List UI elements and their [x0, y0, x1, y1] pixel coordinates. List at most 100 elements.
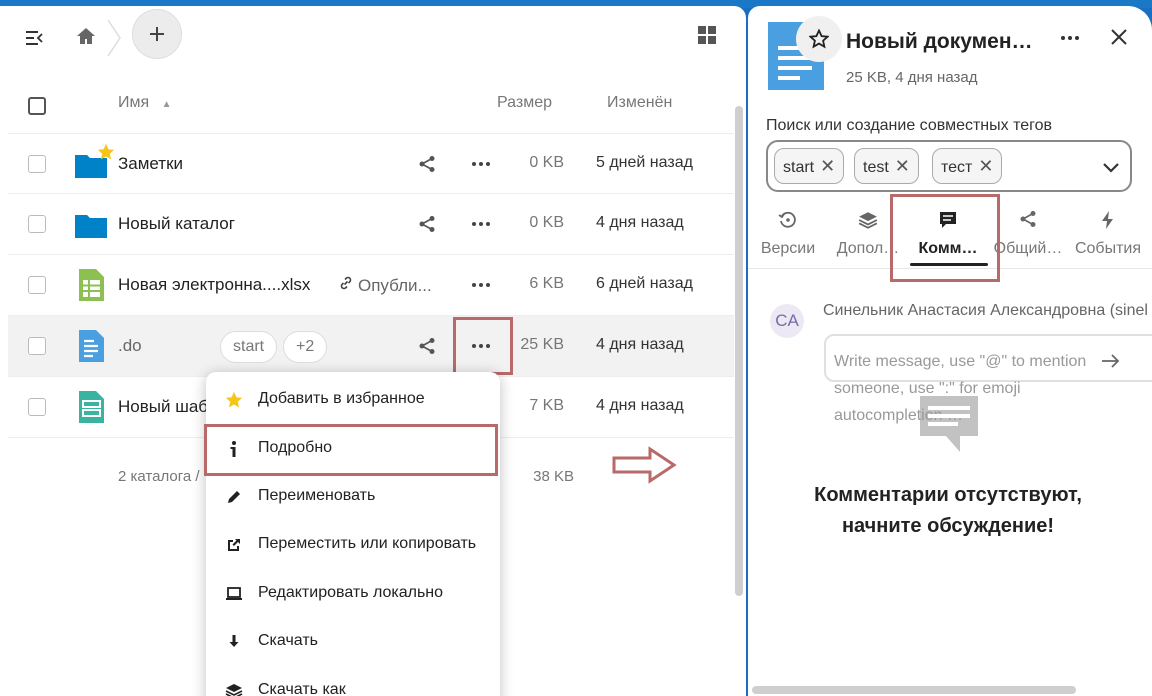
menu-item-label: Переместить или копировать — [258, 535, 477, 552]
tab-versions[interactable]: Версии — [748, 204, 828, 270]
file-name[interactable]: .do — [118, 336, 142, 356]
menu-item-rename[interactable]: Переименовать — [206, 475, 500, 519]
remove-tag-icon[interactable]: ✕ — [895, 156, 910, 176]
file-tag-more[interactable]: +2 — [283, 331, 328, 363]
file-size: 6 KB — [529, 275, 564, 292]
row-checkbox[interactable] — [28, 215, 46, 233]
avatar: CA — [770, 304, 804, 338]
tag-chip-label: тест — [941, 159, 973, 176]
file-modified: 4 дня назад — [596, 336, 684, 353]
tag-chip[interactable]: тест ✕ — [932, 148, 1003, 184]
more-actions-icon[interactable] — [1058, 28, 1082, 48]
tab-sharing[interactable]: Общий… — [988, 204, 1068, 270]
table-row[interactable]: Новый каталог 0 KB 4 дня назад — [8, 194, 734, 255]
close-icon[interactable] — [1108, 26, 1130, 48]
tab-label: Общий… — [993, 240, 1063, 257]
empty-comments-icon — [918, 394, 980, 456]
spreadsheet-icon — [74, 268, 108, 302]
sidebar-subtitle: 25 KB, 4 дня назад — [846, 69, 978, 86]
template-icon — [74, 390, 108, 424]
layers-icon — [858, 210, 878, 230]
grid-view-icon[interactable] — [697, 25, 717, 45]
file-tag[interactable]: start — [220, 331, 278, 363]
table-row[interactable]: Новая электронна....xlsx Опубли... 6 KB … — [8, 255, 734, 316]
folder-icon — [74, 207, 108, 241]
file-modified: 5 дней назад — [596, 154, 693, 171]
table-row[interactable]: Заметки 0 KB 5 дней назад — [8, 133, 734, 194]
files-panel: Имя ▲ Размер Изменён Заметки 0 KB 5 дней… — [0, 6, 746, 696]
pencil-icon — [224, 487, 244, 507]
tag-chip[interactable]: start ✕ — [774, 148, 845, 184]
row-checkbox[interactable] — [28, 155, 46, 173]
name-header-label: Имя — [118, 94, 150, 111]
size-column-header[interactable]: Размер — [497, 94, 552, 124]
table-row[interactable]: .do start +2 25 KB 4 дня назад — [8, 316, 734, 377]
sidebar-toggle-icon[interactable] — [24, 28, 44, 48]
tab-activity[interactable]: События — [1068, 204, 1148, 270]
row-checkbox[interactable] — [28, 276, 46, 294]
menu-item-label: Переименовать — [258, 487, 376, 504]
history-icon — [778, 210, 798, 230]
tags-select[interactable]: start ✕ test ✕ тест ✕ — [766, 140, 1132, 192]
tag-chip-label: start — [783, 159, 815, 176]
menu-item-label: Скачать как — [258, 681, 346, 696]
annotation-box-more — [453, 317, 513, 375]
menu-item-label: Добавить в избранное — [258, 390, 425, 407]
sidebar-scrollbar[interactable] — [752, 686, 1076, 694]
modified-column-header[interactable]: Изменён — [607, 94, 672, 124]
file-name[interactable]: Новая электронна....xlsx — [118, 275, 310, 295]
home-icon[interactable] — [76, 26, 96, 46]
file-size: 0 KB — [529, 154, 564, 171]
row-checkbox[interactable] — [28, 398, 46, 416]
file-name[interactable]: Новый каталог — [118, 214, 235, 234]
favorite-star-icon — [97, 143, 115, 160]
file-name[interactable]: Заметки — [118, 154, 183, 174]
file-modified: 6 дней назад — [596, 275, 693, 292]
file-name[interactable]: Новый шабл — [118, 397, 217, 417]
share-icon[interactable] — [418, 215, 436, 233]
select-all-checkbox[interactable] — [28, 97, 46, 115]
menu-item-label: Редактировать локально — [258, 584, 444, 601]
comment-author: Синельник Анастасия Александровна (sinel — [823, 302, 1148, 319]
add-button[interactable] — [132, 9, 182, 59]
menu-item-move-copy[interactable]: Переместить или копировать — [206, 523, 500, 567]
plus-icon — [150, 27, 164, 41]
sort-asc-icon: ▲ — [161, 99, 172, 110]
flash-icon — [1098, 210, 1118, 230]
remove-tag-icon[interactable]: ✕ — [820, 156, 835, 176]
footer-total-size: 38 KB — [533, 468, 574, 485]
tab-label: События — [1074, 240, 1142, 257]
breadcrumb-separator — [106, 18, 122, 58]
document-icon — [74, 329, 108, 363]
menu-item-download-as[interactable]: Скачать как — [206, 669, 500, 696]
link-icon — [338, 275, 358, 296]
published-link[interactable]: Опубли... — [338, 275, 432, 296]
file-modified: 4 дня назад — [596, 214, 684, 231]
row-checkbox[interactable] — [28, 337, 46, 355]
published-label: Опубли... — [358, 276, 432, 295]
footer-summary: 2 каталога / — [118, 468, 200, 485]
share-icon[interactable] — [418, 155, 436, 173]
tag-chip[interactable]: test ✕ — [854, 148, 919, 184]
files-scrollbar[interactable] — [735, 106, 743, 596]
laptop-icon — [224, 584, 244, 604]
star-icon — [224, 390, 244, 410]
share-icon — [1018, 210, 1038, 230]
tag-chip-label: test — [863, 159, 889, 176]
share-icon[interactable] — [418, 337, 436, 355]
chevron-down-icon[interactable] — [1100, 156, 1122, 178]
annotation-arrow — [612, 446, 678, 484]
menu-item-download[interactable]: Скачать — [206, 620, 500, 664]
menu-item-edit-locally[interactable]: Редактировать локально — [206, 572, 500, 616]
annotation-box-details — [204, 424, 498, 476]
send-arrow-icon[interactable] — [1100, 352, 1122, 370]
name-column-header[interactable]: Имя ▲ — [118, 94, 172, 124]
remove-tag-icon[interactable]: ✕ — [978, 156, 993, 176]
file-size: 0 KB — [529, 214, 564, 231]
favorite-toggle-button[interactable] — [796, 16, 842, 62]
menu-item-favorite[interactable]: Добавить в избранное — [206, 378, 500, 422]
context-menu: Добавить в избранное Подробно Переименов… — [206, 372, 500, 696]
layers-icon — [224, 681, 244, 696]
menu-item-label: Скачать — [258, 632, 318, 649]
file-modified: 4 дня назад — [596, 397, 684, 414]
